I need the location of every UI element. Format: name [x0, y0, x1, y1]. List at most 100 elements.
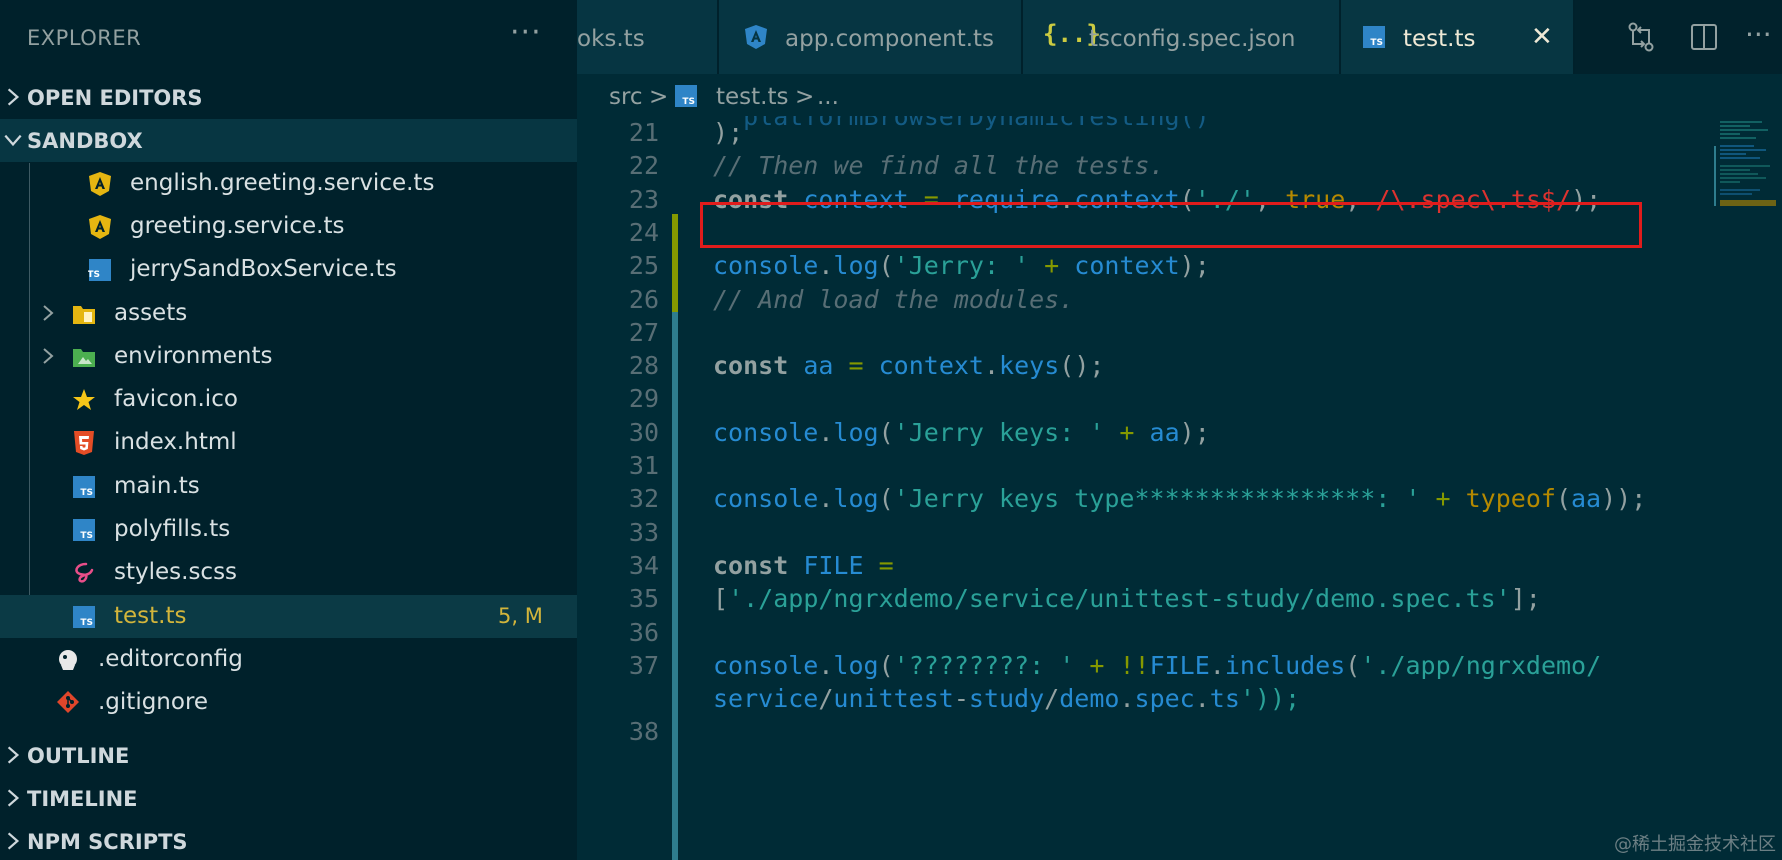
line-number: 26: [628, 284, 659, 314]
more-actions-icon[interactable]: ···: [510, 18, 542, 48]
code-line: const FILE =: [713, 550, 894, 580]
section-npm-scripts[interactable]: NPM SCRIPTS: [0, 820, 577, 860]
close-icon[interactable]: ✕: [1531, 22, 1553, 52]
line-number: 22: [628, 151, 659, 181]
file-name: greeting.service.ts: [130, 213, 345, 239]
code-line: ['./app/ngrxdemo/service/unittest-study/…: [713, 584, 1541, 614]
tree-item-file[interactable]: favicon.ico: [0, 378, 577, 421]
section-label: NPM SCRIPTS: [27, 830, 188, 854]
breadcrumb-symbols[interactable]: ...: [817, 84, 839, 110]
breadcrumb-file[interactable]: test.ts: [716, 84, 788, 110]
open-changes-icon[interactable]: [1624, 20, 1658, 54]
tab-app-component[interactable]: app.component.ts: [719, 0, 1023, 74]
section-sandbox[interactable]: SANDBOX: [0, 119, 577, 162]
file-name: index.html: [114, 429, 237, 455]
line-number: 36: [628, 617, 659, 647]
tree-item-file[interactable]: greeting.service.ts: [0, 205, 577, 248]
tree-item-file[interactable]: TS polyfills.ts: [0, 508, 577, 551]
ts-icon: TS: [1363, 26, 1385, 48]
file-name: polyfills.ts: [114, 516, 231, 542]
angular-icon: [89, 215, 111, 239]
red-highlight-box: [700, 202, 1642, 248]
svg-text:TS: TS: [88, 270, 100, 280]
explorer-title: EXPLORER: [27, 26, 142, 50]
code-line: const aa = context.keys();: [713, 351, 1105, 381]
code-line: );: [713, 118, 744, 147]
breadcrumb: src > TS test.ts > ...: [577, 74, 1782, 116]
folder-name: environments: [114, 343, 273, 369]
breadcrumb-separator: >: [795, 84, 815, 110]
angular-icon: [89, 172, 111, 196]
line-number: 30: [628, 417, 659, 447]
gutter-added-indicator: [672, 214, 678, 312]
ts-icon: TS: [73, 476, 95, 498]
code-line: console.log('Jerry keys type************…: [713, 484, 1647, 514]
chevron-right-icon: [7, 832, 20, 850]
chevron-right-icon: [7, 789, 20, 807]
tree-item-file[interactable]: .editorconfig: [0, 638, 577, 681]
watermark: @稀土掘金技术社区: [1614, 834, 1776, 855]
split-editor-icon[interactable]: [1687, 20, 1721, 54]
tree-item-folder[interactable]: environments: [0, 335, 577, 378]
gutter-modified-indicator: [672, 312, 678, 860]
explorer-sidebar: EXPLORER ··· OPEN EDITORS SANDBOX englis…: [0, 0, 577, 860]
html5-icon: [74, 431, 94, 455]
git-icon: [57, 691, 79, 713]
line-number: 33: [628, 517, 659, 547]
more-actions-icon[interactable]: ···: [1745, 18, 1772, 51]
ts-icon: TS: [73, 519, 95, 541]
file-name: test.ts: [114, 603, 187, 629]
line-number: 23: [628, 184, 659, 214]
tab-label: tsconfig.spec.json: [1089, 26, 1296, 52]
code-line: // And load the modules.: [713, 284, 1075, 314]
chevron-right-icon: [43, 348, 54, 364]
section-label: SANDBOX: [27, 129, 143, 153]
tab-oks[interactable]: oks.ts: [577, 0, 719, 74]
line-number: 21: [628, 118, 659, 147]
tab-test-active[interactable]: TS test.ts ✕: [1341, 0, 1575, 74]
svg-text:TS: TS: [682, 97, 695, 107]
tree-item-file[interactable]: .gitignore: [0, 681, 577, 724]
chevron-right-icon: [7, 746, 20, 764]
tree-item-file-selected[interactable]: TS test.ts 5, M: [0, 595, 577, 638]
tree-item-file[interactable]: TS jerrySandBoxService.ts: [0, 248, 577, 291]
file-name: favicon.ico: [114, 386, 238, 412]
explorer-header: EXPLORER ···: [0, 0, 577, 76]
section-open-editors[interactable]: OPEN EDITORS: [0, 76, 577, 119]
section-outline[interactable]: OUTLINE: [0, 734, 577, 777]
file-name: english.greeting.service.ts: [130, 170, 435, 196]
star-icon: [73, 389, 95, 410]
line-number: 27: [628, 317, 659, 347]
code-line: console.log('????????: ' + !!FILE.includ…: [713, 650, 1602, 680]
minimap[interactable]: [1710, 116, 1782, 316]
code-line: console.log('Jerry keys: ' + aa);: [713, 417, 1210, 447]
tree-item-file[interactable]: styles.scss: [0, 551, 577, 594]
sass-icon: [75, 562, 94, 583]
ts-icon: TS: [675, 85, 697, 107]
chevron-down-icon: [4, 134, 22, 147]
code-line: console.log('Jerry: ' + context);: [713, 251, 1210, 281]
tree-item-folder[interactable]: assets: [0, 292, 577, 335]
line-number: 28: [628, 351, 659, 381]
json-icon: {..}: [1043, 20, 1101, 48]
svg-text:TS: TS: [80, 618, 93, 628]
breadcrumb-folder[interactable]: src: [609, 84, 643, 110]
editor-tab-bar: oks.ts app.component.ts {..} tsconfig.sp…: [577, 0, 1782, 74]
line-number: 31: [628, 451, 659, 480]
tree-item-file[interactable]: english.greeting.service.ts: [0, 162, 577, 205]
svg-text:TS: TS: [80, 488, 93, 498]
code-editor[interactable]: platformBrowserDynamicTesting() 21); 22 //…: [577, 116, 1782, 860]
folder-environments-icon: [73, 349, 95, 367]
section-timeline[interactable]: TIMELINE: [0, 777, 577, 820]
line-number: 32: [628, 484, 659, 514]
tab-tsconfig-spec[interactable]: {..} tsconfig.spec.json: [1023, 0, 1341, 74]
line-number: 25: [628, 251, 659, 281]
file-name: .gitignore: [98, 689, 209, 715]
tree-item-file[interactable]: TS main.ts: [0, 465, 577, 508]
chevron-right-icon: [43, 305, 54, 321]
svg-text:TS: TS: [80, 531, 93, 541]
tree-item-file[interactable]: index.html: [0, 421, 577, 464]
code-line-partial: platformBrowserDynamicTesting(): [713, 116, 1210, 131]
tab-label: app.component.ts: [785, 26, 995, 52]
line-number: 35: [628, 584, 659, 614]
